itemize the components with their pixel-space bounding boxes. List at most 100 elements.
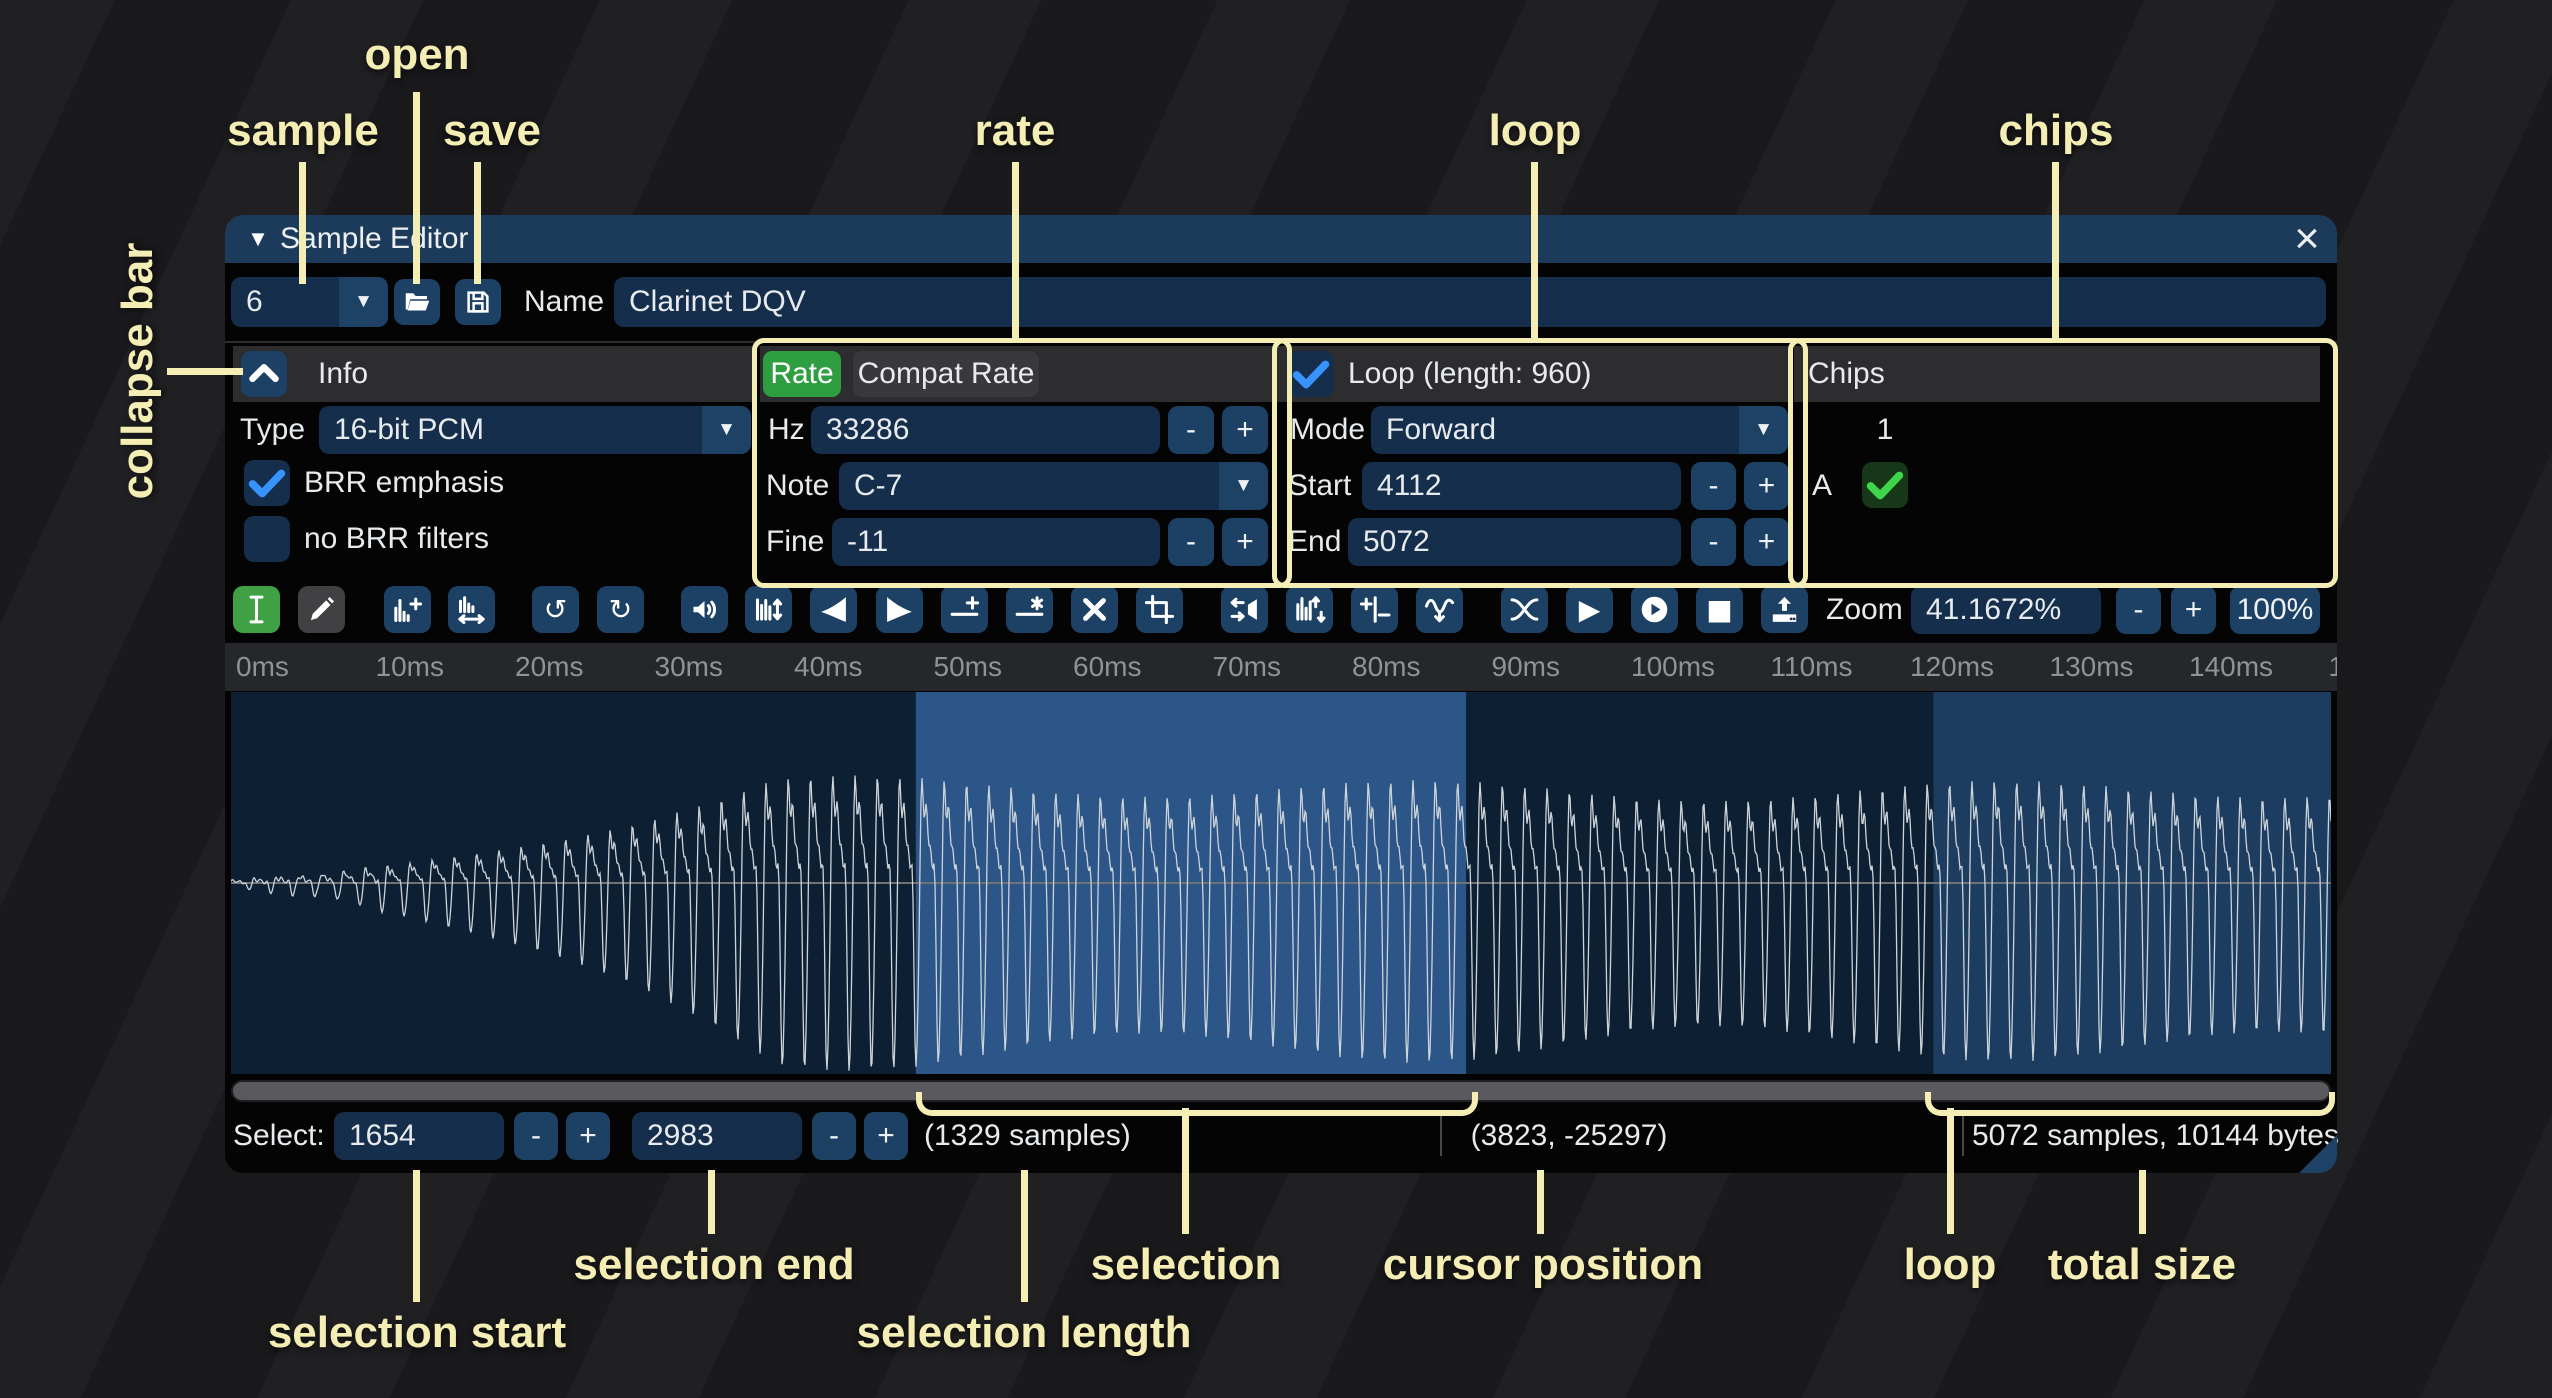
callout-line xyxy=(413,1170,420,1302)
invert-icon xyxy=(1293,593,1326,626)
apply-silence-icon xyxy=(1013,593,1046,626)
apply-filter-button[interactable] xyxy=(1416,586,1463,633)
annotation-rate: rate xyxy=(975,106,1056,156)
play-icon: ▶ xyxy=(1579,586,1601,633)
ruler-tick-label: 70ms xyxy=(1213,643,1281,691)
redo-icon: ↻ xyxy=(609,586,632,633)
sign-exchange-icon xyxy=(1358,593,1391,626)
crossfade-loop-points-button[interactable] xyxy=(1501,586,1548,633)
callout-line xyxy=(413,92,420,284)
info-panel-header xyxy=(233,346,757,402)
resize-button[interactable] xyxy=(384,586,431,633)
insert-silence-button[interactable] xyxy=(941,586,988,633)
no-brr-filters-checkbox[interactable] xyxy=(244,516,290,562)
ruler-tick-label: 60ms xyxy=(1073,643,1141,691)
stop-icon: ■ xyxy=(1706,586,1732,633)
draw-mode-button[interactable] xyxy=(298,586,345,633)
undo-icon: ↺ xyxy=(544,586,567,633)
selection-end-decrement-button[interactable]: - xyxy=(812,1112,856,1160)
selection-end-input[interactable]: 2983 xyxy=(632,1112,802,1160)
delete-icon xyxy=(1078,593,1111,626)
annotation-total-size: total size xyxy=(2048,1240,2236,1290)
fade-in-button[interactable] xyxy=(810,586,857,633)
annotation-selection: selection xyxy=(1091,1240,1282,1290)
ruler-tick-label: 110ms xyxy=(1771,643,1853,691)
select-mode-icon xyxy=(240,593,273,626)
window-titlebar[interactable] xyxy=(225,215,2337,263)
invert-button[interactable] xyxy=(1286,586,1333,633)
rate-callout-box xyxy=(752,338,1292,588)
cursor-position-text: (3823, -25297) xyxy=(1443,1112,1695,1160)
ruler-tick-label: 10ms xyxy=(376,643,444,691)
create-wavetable-button[interactable] xyxy=(1761,586,1808,633)
selection-start-decrement-button[interactable]: - xyxy=(514,1112,558,1160)
selection-start-input[interactable]: 1654 xyxy=(334,1112,504,1160)
loop-callout-box xyxy=(1272,338,1808,588)
waveform-display[interactable] xyxy=(231,692,2331,1074)
zoom-reset-button[interactable]: 100% xyxy=(2230,586,2320,634)
sample-editor-screenshot: ▼ Sample Editor × 6 ▼ Name Clarinet DQV … xyxy=(0,0,2552,1398)
zoom-out-button[interactable]: - xyxy=(2116,586,2161,634)
callout-line xyxy=(2052,162,2059,342)
callout-line xyxy=(1021,1170,1028,1302)
type-label: Type xyxy=(240,404,305,456)
brr-emphasis-checkbox[interactable] xyxy=(244,460,290,506)
play-button[interactable]: ▶ xyxy=(1566,586,1613,633)
zoom-in-button[interactable]: + xyxy=(2171,586,2216,634)
ruler-tick-label: 40ms xyxy=(794,643,862,691)
fade-out-icon xyxy=(883,593,916,626)
selection-start-value: 1654 xyxy=(334,1112,504,1160)
brr-emphasis-label: BRR emphasis xyxy=(304,458,504,508)
select-label: Select: xyxy=(233,1112,325,1160)
sample-name-value: Clarinet DQV xyxy=(614,277,2326,327)
selection-end-increment-button[interactable]: + xyxy=(864,1112,908,1160)
window-collapse-triangle-icon[interactable]: ▼ xyxy=(240,215,276,263)
preview-icon xyxy=(1638,593,1671,626)
annotation-cursor-position: cursor position xyxy=(1383,1240,1703,1290)
apply-silence-button[interactable] xyxy=(1006,586,1053,633)
ruler-tick-label: 90ms xyxy=(1492,643,1560,691)
create-wavetable-icon xyxy=(1768,593,1801,626)
preview-button[interactable] xyxy=(1631,586,1678,633)
ruler-tick-label: 100ms xyxy=(1631,643,1715,691)
select-mode-button[interactable] xyxy=(233,586,280,633)
resample-button[interactable] xyxy=(448,586,495,633)
trim-button[interactable] xyxy=(1136,586,1183,633)
reverse-button[interactable] xyxy=(1221,586,1268,633)
collapse-bar-button[interactable] xyxy=(241,351,287,397)
annotation-save: save xyxy=(443,106,541,156)
amplify-button[interactable] xyxy=(681,586,728,633)
selection-start-increment-button[interactable]: + xyxy=(566,1112,610,1160)
close-icon[interactable]: × xyxy=(2284,219,2330,261)
apply-filter-icon xyxy=(1423,593,1456,626)
fade-out-button[interactable] xyxy=(876,586,923,633)
draw-mode-icon xyxy=(305,593,338,626)
callout-line xyxy=(1537,1170,1544,1234)
selection-length-text: (1329 samples) xyxy=(924,1112,1131,1160)
callout-line xyxy=(1182,1108,1189,1234)
sign-exchange-button[interactable] xyxy=(1351,586,1398,633)
chevron-up-icon xyxy=(241,351,287,397)
floppy-save-icon xyxy=(463,287,493,317)
redo-button[interactable]: ↻ xyxy=(597,586,644,633)
annotation-loop-bottom: loop xyxy=(1904,1240,1997,1290)
chevron-down-icon: ▼ xyxy=(339,277,388,327)
sample-type-dropdown[interactable]: 16-bit PCM ▼ xyxy=(319,406,751,454)
no-brr-filters-label: no BRR filters xyxy=(304,514,489,564)
annotation-selection-end: selection end xyxy=(573,1240,854,1290)
callout-line xyxy=(474,162,481,284)
crossfade-loop-points-icon xyxy=(1508,593,1541,626)
open-sample-button[interactable] xyxy=(394,279,440,325)
normalize-button[interactable] xyxy=(745,586,792,633)
undo-button[interactable]: ↺ xyxy=(532,586,579,633)
save-sample-button[interactable] xyxy=(455,279,501,325)
chevron-down-icon: ▼ xyxy=(702,406,751,454)
folder-open-icon xyxy=(402,287,432,317)
zoom-input[interactable]: 41.1672% xyxy=(1911,586,2101,634)
sample-name-input[interactable]: Clarinet DQV xyxy=(614,277,2326,327)
stop-button[interactable]: ■ xyxy=(1696,586,1743,633)
sample-number-dropdown[interactable]: 6 ▼ xyxy=(231,277,388,327)
sample-type-value: 16-bit PCM xyxy=(319,406,751,454)
delete-button[interactable] xyxy=(1071,586,1118,633)
ruler-tick-label: 140ms xyxy=(2189,643,2273,691)
